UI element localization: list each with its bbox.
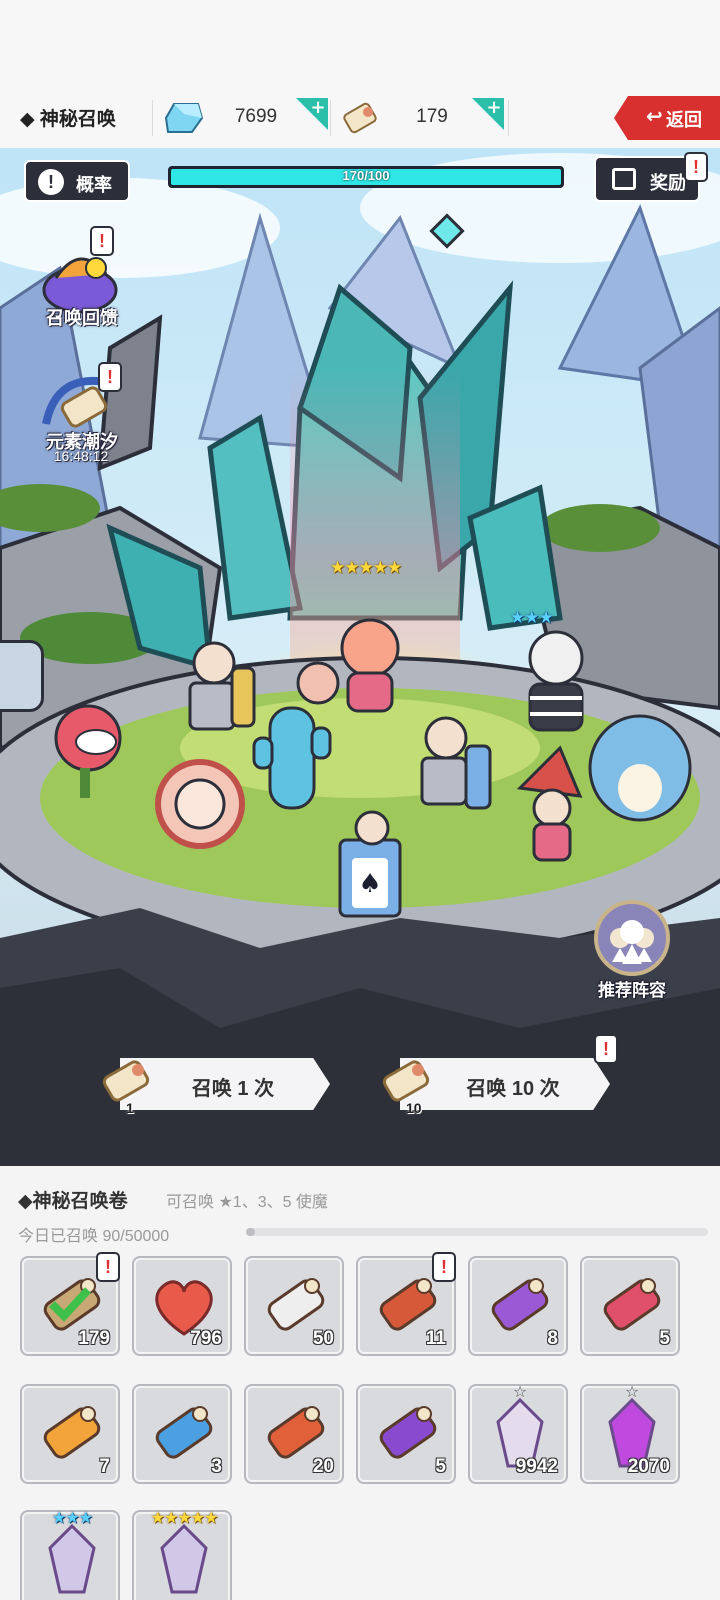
- cactus-character: [252, 706, 332, 810]
- item-white-crystal[interactable]: 9942 ☆: [468, 1384, 568, 1484]
- five-star-rating: ★★★★★: [330, 558, 402, 577]
- star-outline-icon: ☆: [512, 1384, 528, 1401]
- gift-icon: [612, 168, 636, 190]
- item-heart[interactable]: 796: [132, 1256, 232, 1356]
- gem-icon: [164, 103, 204, 133]
- item-count: 11: [425, 1328, 446, 1349]
- divider: [330, 100, 331, 136]
- item-count: 5: [435, 1456, 446, 1477]
- alert-badge-icon: !: [98, 362, 122, 392]
- item-star-rating: ★★★: [51, 1510, 93, 1527]
- scroll-count: 179: [416, 106, 448, 127]
- crystal-icon: [429, 213, 465, 249]
- item-pink-scroll[interactable]: 5: [580, 1256, 680, 1356]
- rate-label: 概率: [76, 175, 112, 195]
- recommend-lineup-button[interactable]: 推荐阵容: [588, 900, 676, 1000]
- summon-ten-label: 召唤 10 次: [466, 1078, 560, 1100]
- summon-progress-bar: 170/100: [168, 166, 564, 188]
- item-count: 5: [659, 1328, 670, 1349]
- blue-knight-character: [420, 716, 492, 810]
- summon-ten-button[interactable]: 10 召唤 10 次: [378, 1058, 618, 1116]
- item-count: 9942: [515, 1456, 558, 1477]
- daily-summon-count: 今日已召唤 90/50000: [18, 1228, 170, 1245]
- daily-progress-fill: [246, 1228, 256, 1236]
- item-orange-scroll[interactable]: 7: [20, 1384, 120, 1484]
- item-count: 796: [190, 1328, 222, 1349]
- inventory-panel: ◆神秘召唤卷 可召唤 ★1、3、5 使魔 今日已召唤 90/50000 179!…: [0, 1166, 720, 1600]
- gold-star-fragment-icon: [160, 1523, 208, 1594]
- alert-badge-icon: !: [594, 1034, 618, 1064]
- item-count: 50: [312, 1328, 334, 1349]
- inventory-title: ◆神秘召唤卷: [18, 1191, 128, 1212]
- svg-text:+: +: [486, 98, 501, 118]
- blue-star-fragment-icon: [48, 1523, 96, 1594]
- alert-badge-icon: !: [96, 1252, 120, 1282]
- rate-button[interactable]: ! 概率: [24, 160, 130, 202]
- reward-label: 奖励: [650, 173, 686, 193]
- witch-character: [516, 745, 583, 862]
- inventory-subtitle: 可召唤 ★1、3、5 使魔: [166, 1194, 328, 1211]
- knight-character: [188, 641, 256, 731]
- element-tide-timer: 16:48:12: [53, 448, 109, 464]
- item-purple-scroll[interactable]: 8: [468, 1256, 568, 1356]
- spiky-orb-character: [155, 759, 245, 849]
- team-silhouette-icon: [610, 920, 654, 964]
- item-purple-chest-scroll[interactable]: 5: [356, 1384, 456, 1484]
- gem-resource: 7699 +: [160, 96, 340, 140]
- item-count: 8: [547, 1328, 558, 1349]
- flower-monster-character: [54, 704, 122, 798]
- item-gold-star-fragment[interactable]: ★★★★★: [132, 1510, 232, 1600]
- side-tab-button[interactable]: [0, 640, 44, 712]
- item-count: 7: [99, 1456, 110, 1477]
- item-blue-star-fragment[interactable]: ★★★: [20, 1510, 120, 1600]
- page-title: ◆ 神秘召唤: [20, 109, 116, 130]
- three-star-rating: ★★★: [510, 608, 554, 627]
- resource-row: ◆ 神秘召唤 7699 + 179 + ↩ 返回: [0, 96, 720, 140]
- item-count: 20: [312, 1456, 334, 1477]
- summon-ten-cost: 10: [406, 1100, 422, 1116]
- divider: [152, 100, 153, 136]
- top-bar: ◆ 神秘召唤 7699 + 179 + ↩ 返回: [0, 0, 720, 148]
- alert-badge-icon: !: [432, 1252, 456, 1282]
- summon-feedback-label: 召唤回馈: [46, 308, 118, 328]
- mummy-character: [528, 630, 584, 732]
- svg-text:♠: ♠: [358, 869, 381, 899]
- item-count: 3: [211, 1456, 222, 1477]
- card-character: ♠: [338, 810, 402, 918]
- blue-bear-character: [588, 714, 692, 822]
- item-red-chest-scroll[interactable]: 20: [244, 1384, 344, 1484]
- recommend-label: 推荐阵容: [598, 981, 666, 1000]
- scroll-resource: 179 +: [336, 96, 516, 140]
- daily-progress-bar: [246, 1228, 708, 1236]
- summon-one-label: 召唤 1 次: [191, 1078, 275, 1100]
- item-white-scroll[interactable]: 50: [244, 1256, 344, 1356]
- alert-badge-icon: !: [90, 226, 114, 256]
- add-scrolls-plus-icon[interactable]: +: [472, 98, 504, 130]
- back-label: 返回: [666, 110, 702, 130]
- item-count: 2070: [627, 1456, 670, 1477]
- progress-text: 170/100: [342, 168, 390, 183]
- divider: [508, 100, 509, 136]
- info-alert-icon: !: [38, 169, 64, 195]
- star-outline-icon: ☆: [624, 1384, 640, 1401]
- gem-count: 7699: [234, 106, 278, 127]
- scroll-icon: [343, 102, 377, 134]
- svg-text:+: +: [310, 98, 325, 118]
- summon-one-button[interactable]: 1 召唤 1 次: [98, 1058, 338, 1116]
- item-blue-scroll[interactable]: 3: [132, 1384, 232, 1484]
- team-icon: [594, 900, 670, 976]
- summon-one-cost: 1: [126, 1100, 134, 1116]
- back-button[interactable]: ↩ 返回: [614, 96, 720, 140]
- item-count: 179: [78, 1328, 110, 1349]
- summon-scene: ♠ ★★★★★ ★★★ ! 概率 170/100 奖励 ! 召唤回馈 ! 元素潮…: [0, 148, 720, 1166]
- item-purple-crystal[interactable]: 2070 ☆: [580, 1384, 680, 1484]
- alert-badge-icon: !: [684, 152, 708, 182]
- add-gems-plus-icon[interactable]: +: [296, 98, 328, 130]
- item-star-rating: ★★★★★: [150, 1510, 219, 1527]
- return-arrow-icon: ↩: [646, 106, 663, 128]
- pink-hero-character: [296, 618, 400, 713]
